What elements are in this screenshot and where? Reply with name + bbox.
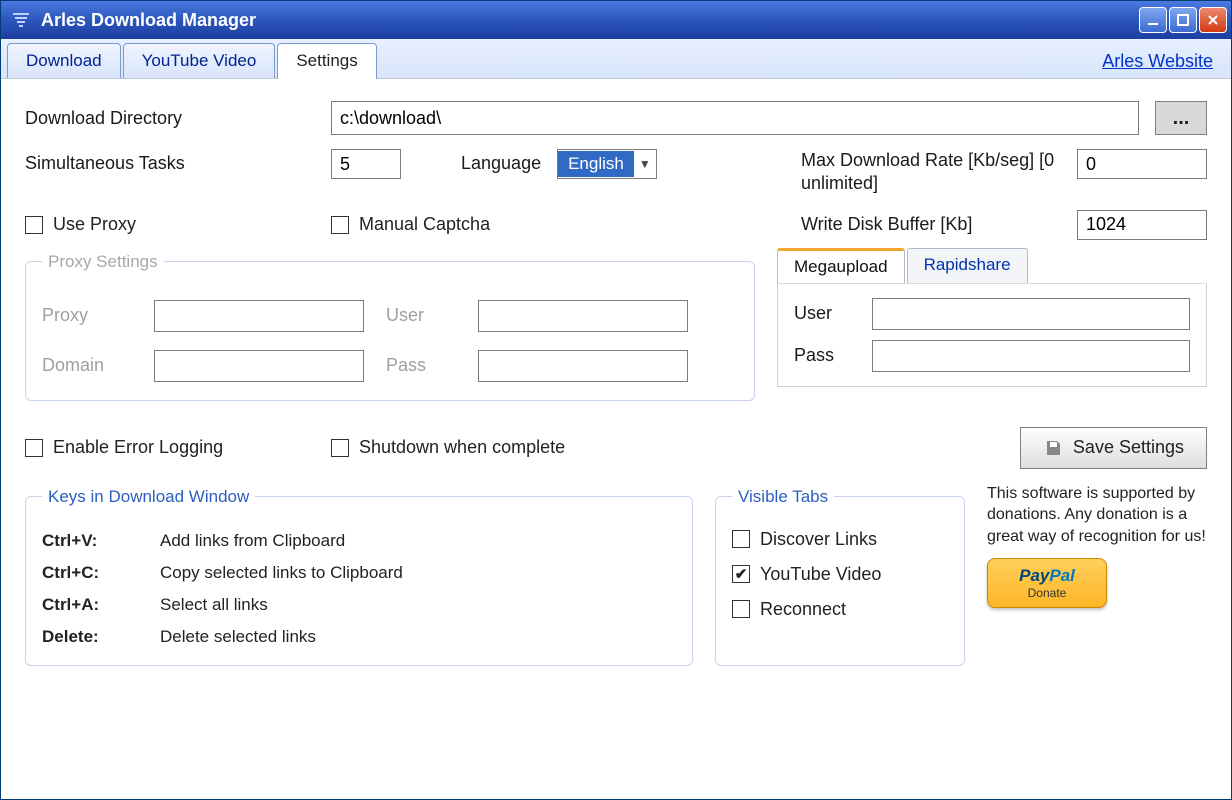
key-row-shortcut: Ctrl+V: — [42, 531, 142, 551]
proxy-pass-label: Pass — [386, 355, 456, 376]
proxy-domain-label: Domain — [42, 355, 132, 376]
save-settings-button[interactable]: Save Settings — [1020, 427, 1207, 469]
download-dir-label: Download Directory — [25, 108, 315, 129]
proxy-host-label: Proxy — [42, 305, 132, 326]
account-pass-label: Pass — [794, 345, 854, 366]
account-section: Megaupload Rapidshare User Pass — [777, 248, 1207, 387]
keys-group: Keys in Download Window Ctrl+V: Add link… — [25, 487, 693, 666]
key-row-shortcut: Ctrl+A: — [42, 595, 142, 615]
chevron-down-icon: ▼ — [634, 157, 656, 171]
arles-website-link[interactable]: Arles Website — [1090, 45, 1225, 78]
account-user-input[interactable] — [872, 298, 1190, 330]
simultaneous-label: Simultaneous Tasks — [25, 149, 315, 174]
proxy-settings-group: Proxy Settings Proxy User Domain Pass — [25, 252, 755, 401]
language-label: Language — [461, 149, 541, 174]
donate-text: This software is supported by donations.… — [987, 483, 1207, 548]
app-icon — [11, 11, 31, 29]
close-button[interactable] — [1199, 7, 1227, 33]
download-dir-input[interactable] — [331, 101, 1139, 135]
key-row-shortcut: Delete: — [42, 627, 142, 647]
title-bar: Arles Download Manager — [1, 1, 1231, 39]
tab-settings[interactable]: Settings — [277, 43, 376, 79]
donate-section: This software is supported by donations.… — [987, 483, 1207, 666]
max-rate-label: Max Download Rate [Kb/seg] [0 unlimited] — [801, 149, 1061, 196]
visible-tabs-legend: Visible Tabs — [732, 487, 834, 507]
account-pass-input[interactable] — [872, 340, 1190, 372]
visible-tabs-group: Visible Tabs Discover Links ✔YouTube Vid… — [715, 487, 965, 666]
proxy-legend: Proxy Settings — [42, 252, 164, 272]
proxy-host-input — [154, 300, 364, 332]
tab-download[interactable]: Download — [7, 43, 121, 78]
account-user-label: User — [794, 303, 854, 324]
browse-button[interactable]: ... — [1155, 101, 1207, 135]
subtab-rapidshare[interactable]: Rapidshare — [907, 248, 1028, 283]
proxy-user-label: User — [386, 305, 456, 326]
use-proxy-checkbox[interactable]: Use Proxy — [25, 214, 315, 235]
key-row-desc: Delete selected links — [160, 627, 676, 647]
key-row-desc: Add links from Clipboard — [160, 531, 676, 551]
enable-logging-checkbox[interactable]: Enable Error Logging — [25, 437, 315, 458]
proxy-user-input — [478, 300, 688, 332]
proxy-domain-input — [154, 350, 364, 382]
paypal-icon: PayPal — [1019, 566, 1075, 586]
visible-reconnect-checkbox[interactable]: Reconnect — [732, 599, 948, 620]
subtab-megaupload[interactable]: Megaupload — [777, 248, 905, 283]
visible-youtube-checkbox[interactable]: ✔YouTube Video — [732, 564, 948, 585]
settings-panel: Download Directory ... Simultaneous Task… — [1, 79, 1231, 799]
language-dropdown[interactable]: English ▼ — [557, 149, 657, 179]
keys-legend: Keys in Download Window — [42, 487, 255, 507]
proxy-pass-input — [478, 350, 688, 382]
tab-youtube-video[interactable]: YouTube Video — [123, 43, 276, 78]
write-buffer-input[interactable] — [1077, 210, 1207, 240]
write-buffer-label: Write Disk Buffer [Kb] — [801, 214, 1061, 235]
key-row-desc: Copy selected links to Clipboard — [160, 563, 676, 583]
manual-captcha-checkbox[interactable]: Manual Captcha — [331, 214, 651, 235]
minimize-button[interactable] — [1139, 7, 1167, 33]
visible-discover-checkbox[interactable]: Discover Links — [732, 529, 948, 550]
simultaneous-input[interactable] — [331, 149, 401, 179]
app-window: Arles Download Manager Download YouTube … — [0, 0, 1232, 800]
shutdown-checkbox[interactable]: Shutdown when complete — [331, 437, 565, 458]
language-value: English — [558, 151, 634, 177]
paypal-donate-button[interactable]: PayPal Donate — [987, 558, 1107, 608]
max-rate-input[interactable] — [1077, 149, 1207, 179]
key-row-shortcut: Ctrl+C: — [42, 563, 142, 583]
maximize-button[interactable] — [1169, 7, 1197, 33]
window-title: Arles Download Manager — [41, 10, 256, 31]
key-row-desc: Select all links — [160, 595, 676, 615]
main-tab-bar: Download YouTube Video Settings Arles We… — [1, 39, 1231, 79]
save-icon — [1043, 438, 1063, 458]
